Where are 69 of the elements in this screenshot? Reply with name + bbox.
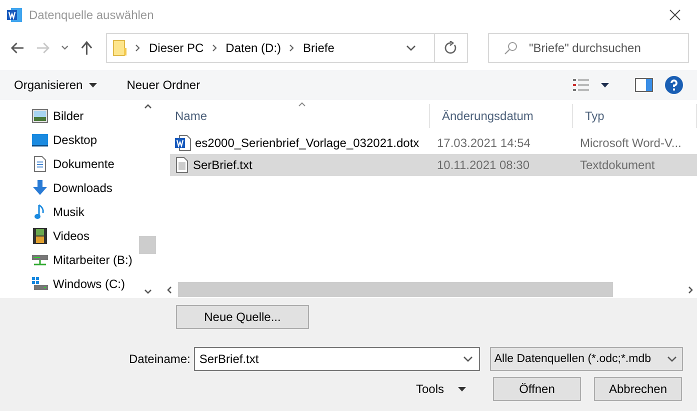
navigation-item[interactable]: Videos	[32, 224, 139, 248]
network-drive-icon	[32, 253, 48, 267]
system-drive-icon	[32, 277, 48, 291]
type-cell-text: Textdokument	[579, 158, 656, 172]
new-source-button[interactable]: Neue Quelle...	[176, 305, 309, 329]
filename-field[interactable]: SerBrief.txt	[194, 347, 480, 371]
text-file-icon	[175, 157, 189, 173]
preview-pane-icon[interactable]	[635, 78, 653, 92]
organize-menu-button[interactable]: Organisieren	[10, 78, 101, 92]
window-title: Datenquelle auswählen	[29, 8, 154, 22]
scrollbar-thumb[interactable]	[139, 236, 156, 254]
search-field[interactable]: "Briefe" durchsuchen	[488, 33, 689, 63]
file-row[interactable]: SerBrief.txt 10.11.2021 08:30 Textdokument	[170, 154, 697, 176]
recent-caret-icon[interactable]	[60, 45, 69, 51]
word-app-icon	[7, 7, 23, 23]
pictures-icon	[32, 109, 48, 123]
dropdown-caret-icon[interactable]	[463, 356, 474, 362]
caret-icon	[667, 356, 678, 362]
file-type-dropdown[interactable]: Alle Datenquellen (*.odc;*.mdb	[490, 347, 684, 371]
navigation-item[interactable]: Bilder	[32, 104, 139, 128]
up-arrow-icon[interactable]	[78, 40, 94, 56]
breadcrumb[interactable]: Briefe	[303, 41, 334, 55]
open-button[interactable]: Öffnen	[493, 377, 581, 401]
navigation-item[interactable]: Musik	[32, 200, 139, 224]
chevron-icon	[212, 44, 218, 52]
column-header[interactable]: Typ	[573, 104, 697, 128]
document-icon	[32, 156, 48, 172]
filename-label: Dateiname:	[129, 352, 190, 366]
date-cell-text: 17.03.2021 14:54	[436, 136, 532, 150]
address-bar[interactable]: Dieser PC Daten (D:) Briefe	[106, 33, 468, 63]
caret-icon	[458, 386, 466, 392]
navigation-item[interactable]: Windows (C:)	[32, 272, 139, 296]
search-icon	[504, 41, 518, 55]
navigation-item[interactable]: Downloads	[32, 176, 139, 200]
file-name: es2000_Serienbrief_Vorlage_032021.dotx	[195, 136, 420, 150]
caret-icon	[88, 82, 97, 88]
cancel-button[interactable]: Abbrechen	[594, 377, 682, 401]
film-strip-icon	[32, 228, 48, 244]
chevron-icon	[289, 44, 296, 52]
scroll-up-icon[interactable]	[144, 104, 152, 109]
refresh-icon[interactable]	[444, 41, 458, 55]
navigation-item[interactable]: Desktop	[32, 128, 139, 152]
back-arrow-icon[interactable]	[10, 40, 26, 56]
navigation-item[interactable]: Mitarbeiter (B:)	[32, 248, 139, 272]
date-cell-text: 10.11.2021 08:30	[436, 158, 531, 172]
help-icon[interactable]	[665, 76, 683, 94]
chevron-icon	[134, 44, 141, 52]
new-folder-button[interactable]: Neuer Ordner	[122, 78, 204, 92]
word-file-icon	[175, 135, 191, 151]
download-arrow-icon	[32, 180, 48, 196]
column-header[interactable]: Name	[163, 104, 430, 128]
type-cell-text: Microsoft Word-V...	[579, 136, 682, 150]
breadcrumb[interactable]: Daten (D:)	[226, 41, 282, 55]
dropdown-caret-icon[interactable]	[406, 45, 416, 51]
close-icon[interactable]	[669, 9, 681, 21]
column-header[interactable]: Änderungsdatum	[430, 104, 573, 128]
scroll-right-icon[interactable]	[688, 286, 693, 294]
view-options-icon[interactable]	[573, 79, 589, 91]
file-name: SerBrief.txt	[193, 158, 252, 172]
view-caret-icon[interactable]	[601, 82, 609, 88]
navigation-item[interactable]: Dokumente	[32, 152, 139, 176]
scroll-down-icon[interactable]	[144, 289, 152, 294]
desktop-icon	[32, 133, 48, 147]
breadcrumb[interactable]: Dieser PC	[148, 41, 204, 55]
folder-icon	[112, 40, 127, 56]
scrollbar-thumb[interactable]	[178, 282, 613, 297]
scroll-left-icon[interactable]	[167, 286, 172, 294]
file-row[interactable]: es2000_Serienbrief_Vorlage_032021.dotx 17.03.2021 14:54 Microsoft Word-V...	[170, 132, 697, 154]
tools-menu-button[interactable]: Tools	[410, 381, 472, 397]
